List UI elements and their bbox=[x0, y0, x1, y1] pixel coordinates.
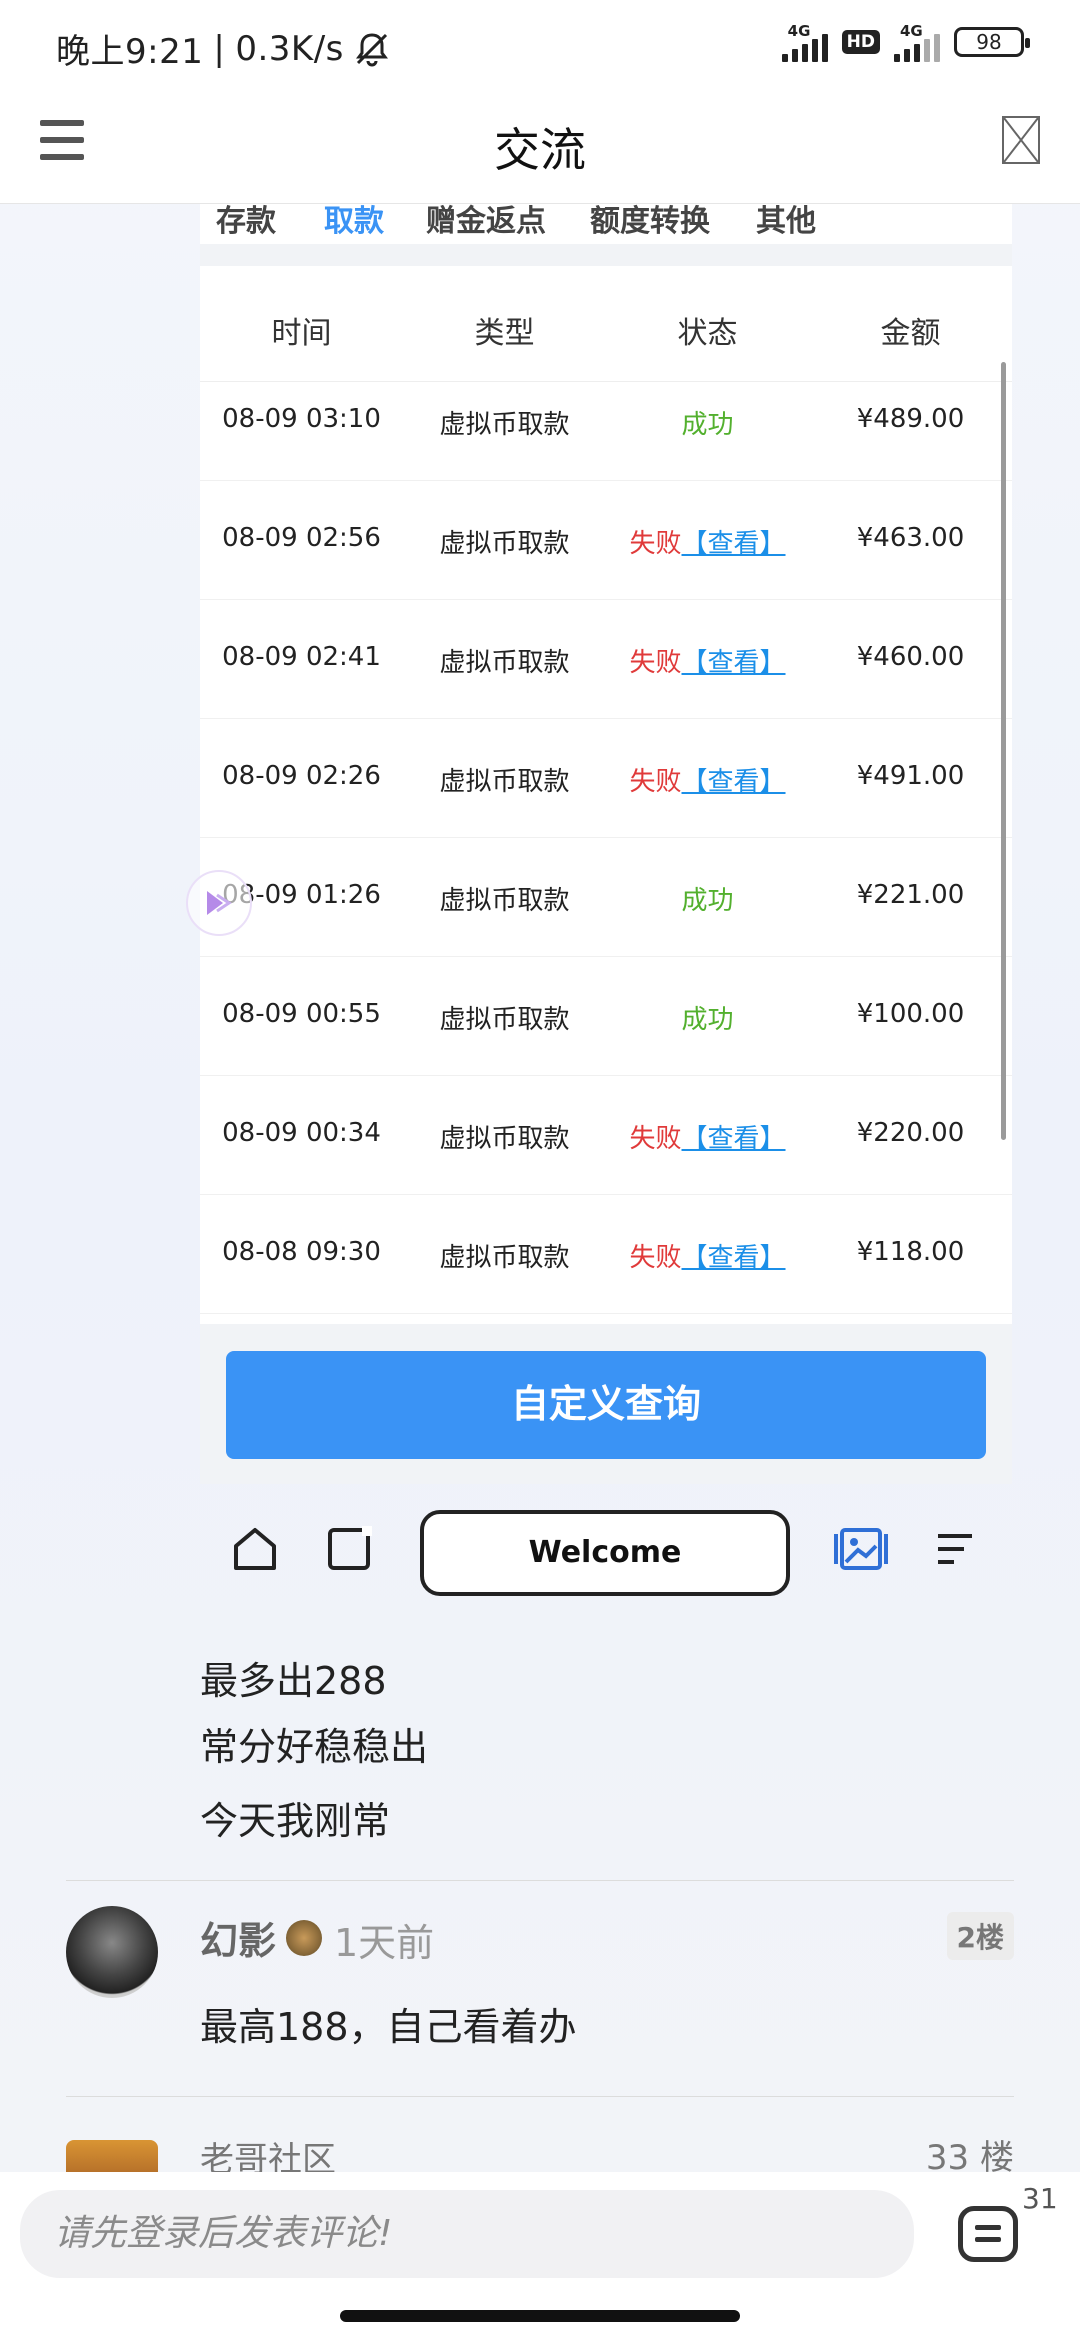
app-header: 交流 bbox=[0, 92, 1080, 204]
table-row: 08-09 02:26 虚拟币取款 失败【查看】 ¥491.00 bbox=[200, 719, 1012, 838]
status-bar: 晚上9:21 | 0.3K/s 4G HD 4G 98 bbox=[0, 0, 1080, 92]
table-scrollbar[interactable] bbox=[1001, 362, 1006, 1140]
table-row: 08-09 03:10 虚拟币取款 成功 ¥489.00 bbox=[200, 362, 1012, 481]
comment-input[interactable]: 请先登录后发表评论! bbox=[20, 2190, 914, 2278]
query-area: 自定义查询 bbox=[200, 1324, 1012, 1484]
mute-bell-icon bbox=[354, 31, 390, 67]
browser-toolbar: Welcome bbox=[200, 1496, 1012, 1606]
transaction-card: 存款 取款 赠金返点 额度转换 其他 时间 类型 状态 金额 08-09 03:… bbox=[200, 204, 1012, 1484]
post-text-line: 常分好稳稳出 bbox=[200, 1725, 429, 1769]
comment-time: 1天前 bbox=[334, 1921, 435, 1965]
status-success: 成功 bbox=[681, 410, 734, 440]
comment-icon[interactable] bbox=[958, 2206, 1018, 2262]
address-bar[interactable]: Welcome bbox=[420, 1510, 790, 1596]
tabs-icon[interactable] bbox=[324, 1524, 374, 1574]
view-link[interactable]: 【查看】 bbox=[682, 648, 786, 678]
comment-text: 最高188，自己看着办 bbox=[200, 2005, 577, 2049]
battery-icon: 98 bbox=[954, 27, 1030, 57]
post-text-line: 今天我刚常 bbox=[200, 1799, 391, 1843]
col-type: 类型 bbox=[474, 316, 535, 351]
table-row: 08-09 01:26 虚拟币取款 成功 ¥221.00 bbox=[200, 838, 1012, 957]
post-text-line: 最多出288 bbox=[200, 1659, 387, 1703]
comment-username[interactable]: 幻影 bbox=[200, 1910, 276, 1965]
status-left: 晚上9:21 | 0.3K/s bbox=[56, 24, 390, 73]
table-row: 08-09 02:41 虚拟币取款 失败【查看】 ¥460.00 bbox=[200, 600, 1012, 719]
status-success: 成功 bbox=[681, 886, 734, 916]
floating-assistant-icon[interactable] bbox=[186, 870, 252, 936]
home-icon[interactable] bbox=[230, 1524, 280, 1574]
signal-icon: 4G bbox=[781, 22, 828, 62]
status-failed: 失败【查看】 bbox=[629, 767, 786, 797]
floor-badge: 2楼 bbox=[946, 1912, 1014, 1960]
tab-deposit[interactable]: 存款 bbox=[216, 204, 276, 240]
status-right: 4G HD 4G 98 bbox=[781, 22, 1030, 62]
status-failed: 失败【查看】 bbox=[629, 648, 786, 678]
view-link[interactable]: 【查看】 bbox=[682, 529, 786, 559]
page: 晚上9:21 | 0.3K/s 4G HD 4G 98 交流 存款 取款 赠金返… bbox=[0, 0, 1080, 2340]
view-link[interactable]: 【查看】 bbox=[682, 1243, 786, 1273]
status-speed: 0.3K/s bbox=[235, 28, 344, 69]
table-row: 08-09 00:34 虚拟币取款 失败【查看】 ¥220.00 bbox=[200, 1076, 1012, 1195]
hd-badge: HD bbox=[841, 30, 880, 54]
divider bbox=[66, 2096, 1014, 2097]
status-failed: 失败【查看】 bbox=[629, 529, 786, 559]
divider bbox=[66, 1880, 1014, 1881]
table-row: 08-08 09:30 虚拟币取款 失败【查看】 ¥118.00 bbox=[200, 1195, 1012, 1314]
tab-transfer[interactable]: 额度转换 bbox=[590, 204, 710, 240]
comment-count: 31 bbox=[1022, 2182, 1058, 2215]
signal-icon-2: 4G bbox=[894, 22, 940, 62]
page-title: 交流 bbox=[494, 123, 586, 177]
broken-image-icon[interactable] bbox=[1002, 116, 1040, 164]
tab-divider bbox=[200, 244, 1012, 266]
status-failed: 失败【查看】 bbox=[629, 1124, 786, 1154]
view-link[interactable]: 【查看】 bbox=[682, 1124, 786, 1154]
col-time: 时间 bbox=[271, 316, 332, 351]
home-indicator[interactable] bbox=[0, 2296, 1080, 2340]
avatar[interactable] bbox=[66, 1906, 158, 1998]
col-amount: 金额 bbox=[880, 316, 941, 351]
view-link[interactable]: 【查看】 bbox=[682, 767, 786, 797]
tab-withdraw[interactable]: 取款 bbox=[324, 204, 384, 240]
tab-other[interactable]: 其他 bbox=[756, 204, 816, 240]
menu-lines-icon[interactable] bbox=[930, 1524, 980, 1574]
gallery-icon[interactable] bbox=[834, 1524, 888, 1574]
user-level-badge-icon bbox=[286, 1920, 322, 1956]
comment-bar: 请先登录后发表评论! 31 bbox=[0, 2172, 1080, 2296]
table-row: 08-09 00:55 虚拟币取款 成功 ¥100.00 bbox=[200, 957, 1012, 1076]
table-row: 08-09 02:56 虚拟币取款 失败【查看】 ¥463.00 bbox=[200, 481, 1012, 600]
tab-bonus[interactable]: 赠金返点 bbox=[426, 204, 546, 240]
custom-query-button[interactable]: 自定义查询 bbox=[226, 1351, 986, 1459]
col-status: 状态 bbox=[677, 316, 738, 351]
status-time: 晚上9:21 bbox=[56, 32, 204, 72]
status-success: 成功 bbox=[681, 1005, 734, 1035]
status-failed: 失败【查看】 bbox=[629, 1243, 786, 1273]
